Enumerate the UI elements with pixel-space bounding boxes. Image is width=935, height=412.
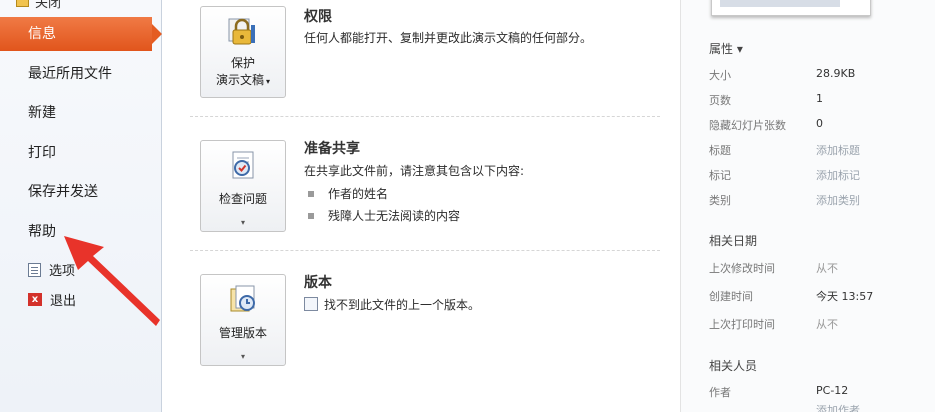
share-bullet-accessibility: 残障人士无法阅读的内容 [328,209,461,223]
exit-icon: x [28,293,42,306]
prop-label-category: 类别 [709,194,731,207]
protect-button-line2: 演示文稿 ▾ [201,72,285,90]
manage-versions-label: 管理版本 [218,326,267,340]
people-value-author[interactable]: PC-12 [816,384,848,397]
close-file-icon [16,0,29,7]
nav-item-info[interactable]: 信息 [0,17,162,51]
nav-item-print-label: 打印 [28,145,56,161]
nav-item-close[interactable]: 关闭 [16,0,61,11]
nav-item-recent[interactable]: 最近所用文件 [0,57,162,91]
check-issues-label: 检查问题 [218,192,267,206]
protect-button-label: 保护 演示文稿 ▾ [201,55,285,90]
permissions-section: 保护 演示文稿 ▾ 权限 任何人都能打开、复制并更改此演示文稿的任何部分。 [190,0,660,110]
prop-value-category[interactable]: 添加类别 [816,192,860,208]
section-divider [190,116,660,117]
section-divider [190,250,660,251]
nav-item-options-label: 选项 [49,264,76,279]
prop-value-size: 28.9KB [816,67,856,80]
list-item: 作者的姓名 [308,185,388,202]
nav-item-new-label: 新建 [28,105,56,121]
chevron-down-icon: ▾ [240,352,245,361]
date-label-created: 创建时间 [709,290,753,303]
properties-panel: 属性 ▾ 大小 28.9KB 页数 1 隐藏幻灯片张数 0 标题 添加标题 标记… [680,0,935,412]
people-header: 相关人员 [709,359,758,373]
share-bullet-author: 作者的姓名 [328,187,389,201]
versions-section: 管理版本 ▾ 版本 找不到此文件的上一个版本。 [190,256,660,376]
options-icon [28,262,41,277]
nav-item-options[interactable]: 选项 [28,260,75,279]
manage-versions-button[interactable]: 管理版本 ▾ [200,274,286,366]
nav-item-recent-label: 最近所用文件 [28,66,112,82]
document-version-icon [304,297,318,311]
nav-item-help[interactable]: 帮助 [0,215,162,249]
nav-item-close-label: 关闭 [35,0,62,11]
date-value-created: 今天 13:57 [816,290,874,303]
date-value-modified: 从不 [816,262,838,275]
prop-label-tags: 标记 [709,169,731,182]
prop-label-size: 大小 [709,69,731,82]
prop-value-pages: 1 [816,92,823,105]
bullet-icon [308,212,314,219]
versions-desc: 找不到此文件的上一个版本。 [304,296,480,313]
dates-header: 相关日期 [709,234,758,248]
backstage-nav: 关闭 信息 最近所用文件 新建 打印 保存并发送 帮助 选项 x 退出 [0,0,162,412]
nav-item-exit[interactable]: x 退出 [28,290,76,309]
prop-label-hidden-slides: 隐藏幻灯片张数 [709,119,786,132]
check-issues-button[interactable]: 检查问题 ▾ [200,140,286,232]
chevron-down-icon: ▾ [266,77,271,86]
nav-item-info-label: 信息 [28,26,56,42]
protect-presentation-button[interactable]: 保护 演示文稿 ▾ [200,6,286,98]
versions-title: 版本 [304,275,332,291]
permissions-title: 权限 [304,9,332,25]
share-desc: 在共享此文件前，请注意其包含以下内容: [304,164,525,178]
protect-button-line1: 保护 [230,56,255,70]
nav-item-new[interactable]: 新建 [0,96,162,130]
versions-icon [230,285,255,312]
prop-value-title[interactable]: 添加标题 [816,142,860,158]
document-thumbnail [711,0,871,16]
share-section: 检查问题 ▾ 准备共享 在共享此文件前，请注意其包含以下内容: 作者的姓名 残障… [190,120,660,250]
prop-label-title: 标题 [709,144,731,157]
add-author-link[interactable]: 添加作者 [816,402,860,412]
properties-header[interactable]: 属性 ▾ [709,40,743,57]
inspect-document-icon [232,151,254,179]
protect-button-line2-text: 演示文稿 [215,73,264,87]
nav-item-save-send[interactable]: 保存并发送 [0,175,162,209]
date-label-modified: 上次修改时间 [709,262,775,275]
list-item: 残障人士无法阅读的内容 [308,207,460,224]
people-label-author: 作者 [709,386,731,399]
bullet-icon [308,190,314,197]
nav-item-help-label: 帮助 [28,224,56,240]
nav-item-save-send-label: 保存并发送 [28,184,98,200]
date-label-printed: 上次打印时间 [709,318,775,331]
prop-label-pages: 页数 [709,94,731,107]
share-title: 准备共享 [304,141,360,157]
versions-desc-text: 找不到此文件的上一个版本。 [324,298,481,312]
nav-item-exit-label: 退出 [50,294,77,309]
nav-item-print[interactable]: 打印 [0,136,162,170]
permissions-desc: 任何人都能打开、复制并更改此演示文稿的任何部分。 [304,31,593,45]
date-value-printed: 从不 [816,318,838,331]
prop-value-tags[interactable]: 添加标记 [816,167,860,183]
chevron-down-icon: ▾ [240,218,245,227]
prop-value-hidden-slides: 0 [816,117,823,130]
lock-key-icon [228,18,255,45]
